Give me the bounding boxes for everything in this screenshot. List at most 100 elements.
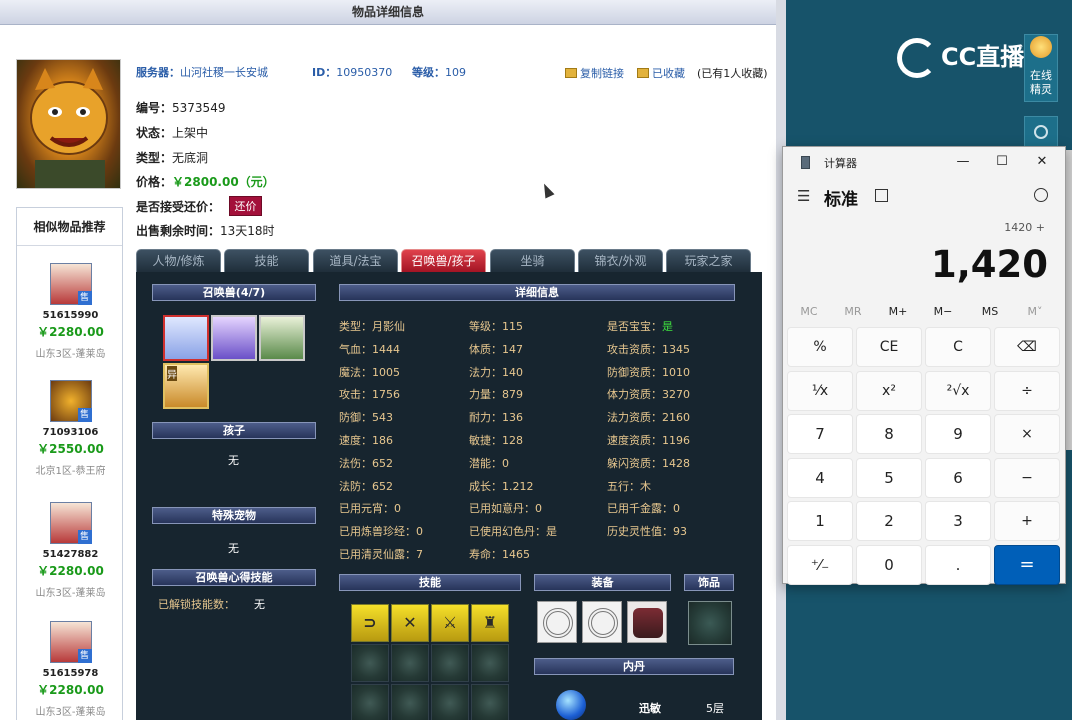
item-detail-page: 物品详细信息 服务器：山河社稷一长安城 ID：10950370 等级：109 复… [0, 0, 776, 720]
close-button[interactable]: ✕ [1032, 153, 1052, 171]
link-icon [565, 68, 577, 78]
recommend-item[interactable]: 售 71093106 ￥2550.00 北京1区-恭王府 [17, 380, 124, 477]
favorited-text[interactable]: 已收藏 [652, 67, 685, 80]
calc-key[interactable]: − [994, 457, 1060, 498]
calc-key[interactable]: C [925, 327, 991, 367]
history-icon[interactable] [1034, 188, 1048, 202]
calc-key[interactable]: ⌫ [994, 327, 1060, 367]
pet-slot-1[interactable] [163, 315, 209, 361]
tab-items[interactable]: 道具/法宝 [313, 249, 398, 272]
recommend-id[interactable]: 51427882 [17, 549, 124, 560]
calc-key[interactable]: 0 [856, 544, 922, 585]
memory-button[interactable]: M− [923, 305, 963, 318]
calc-key[interactable]: 6 [925, 457, 991, 498]
girl-avatar-icon[interactable]: 售 [49, 621, 92, 663]
clock-button[interactable] [1024, 116, 1058, 148]
calc-key[interactable]: 7 [787, 414, 853, 454]
calc-key[interactable]: ⁺⁄₋ [787, 544, 853, 585]
calc-key[interactable]: 9 [925, 414, 991, 454]
memory-button[interactable]: MR [833, 305, 873, 318]
memory-button[interactable]: MC [789, 305, 829, 318]
skill-slot[interactable]: ⚔ [431, 604, 469, 642]
sprite-label: 在线 精灵 [1030, 69, 1052, 96]
bargain-button[interactable]: 还价 [229, 196, 262, 216]
stat-cell: 躲闪资质：1428 [607, 456, 690, 470]
cc-logo-text: CC直播 [941, 43, 1025, 71]
memory-button[interactable]: MS [970, 305, 1010, 318]
copy-link-text[interactable]: 复制链接 [580, 67, 624, 80]
calc-key[interactable]: = [994, 544, 1060, 585]
calc-key[interactable]: ¹⁄x [787, 370, 853, 411]
calc-key[interactable]: x² [856, 370, 922, 411]
tab-pets[interactable]: 召唤兽/孩子 [401, 249, 486, 272]
pet-slot-2[interactable] [211, 315, 257, 361]
tiger-avatar-icon[interactable]: 售 [49, 380, 92, 422]
calc-key[interactable]: 5 [856, 457, 922, 498]
tab-mounts[interactable]: 坐骑 [490, 249, 575, 272]
maximize-button[interactable]: ☐ [992, 153, 1012, 171]
calc-key[interactable]: 1 [787, 501, 853, 541]
calc-key[interactable]: CE [856, 327, 922, 367]
calculator-app-icon [801, 156, 810, 169]
hamburger-menu-icon[interactable]: ☰ [797, 187, 810, 205]
recommend-id[interactable]: 51615990 [17, 310, 124, 321]
equip-chain[interactable] [582, 601, 622, 643]
sale-badge: 售 [77, 649, 92, 663]
calc-key[interactable]: % [787, 327, 853, 367]
ornament-header: 饰品 [684, 574, 734, 591]
children-value: 无 [228, 454, 239, 467]
price-row: 价格：￥2800.00（元） [136, 173, 275, 190]
keep-on-top-icon[interactable] [875, 189, 888, 202]
equip-armor[interactable] [627, 601, 667, 643]
equip-collar[interactable] [537, 601, 577, 643]
calc-key[interactable]: 3 [925, 501, 991, 541]
recommend-panel: 相似物品推荐 售 51615990 ￥2280.00 山东3区-蓬莱岛 售 71… [16, 207, 123, 720]
calculator-titlebar[interactable]: 计算器 — ☐ ✕ [783, 147, 1067, 179]
stat-cell: 等级：115 [469, 320, 523, 333]
empty-skill-slot [391, 644, 429, 682]
calc-key[interactable]: × [994, 414, 1060, 454]
skill-slot[interactable]: ✕ [391, 604, 429, 642]
bargain-label: 是否接受还价： [136, 200, 221, 214]
favorited-button[interactable]: 已收藏 [637, 65, 685, 81]
recommend-item[interactable]: 售 51615990 ￥2280.00 山东3区-蓬莱岛 [17, 263, 124, 360]
calculator-mode: 标准 [824, 190, 858, 210]
calc-key[interactable]: 2 [856, 501, 922, 541]
girl-avatar-icon[interactable]: 售 [49, 263, 92, 305]
skill-slot[interactable]: ♜ [471, 604, 509, 642]
calc-key[interactable]: ²√x [925, 370, 991, 411]
recommend-id[interactable]: 71093106 [17, 427, 124, 438]
calc-key[interactable]: ÷ [994, 370, 1060, 411]
calc-key[interactable]: . [925, 544, 991, 585]
status-value: 上架中 [172, 126, 209, 140]
memory-button[interactable]: M˅ [1015, 305, 1055, 318]
tab-skills[interactable]: 技能 [224, 249, 309, 272]
pet-slot-4[interactable]: 异 [163, 363, 209, 409]
skill-insight-header: 召唤兽心得技能 [152, 569, 316, 586]
copy-link-button[interactable]: 复制链接 [565, 65, 624, 81]
server-label: 服务器： [136, 66, 180, 79]
stat-cell: 寿命：1465 [469, 548, 530, 561]
minimize-button[interactable]: — [953, 153, 973, 171]
girl-avatar-icon[interactable]: 售 [49, 502, 92, 544]
tab-home[interactable]: 玩家之家 [666, 249, 751, 272]
pet-slot-3[interactable] [259, 315, 305, 361]
recommend-id[interactable]: 51615978 [17, 668, 124, 679]
calc-key[interactable]: 8 [856, 414, 922, 454]
code-row: 编号：5373549 [136, 99, 225, 116]
stat-cell: 是否宝宝：是 [607, 320, 673, 333]
memory-button[interactable]: M+ [878, 305, 918, 318]
tab-outfits[interactable]: 锦衣/外观 [578, 249, 663, 272]
tab-character[interactable]: 人物/修炼 [136, 249, 221, 272]
type-row: 类型：无底洞 [136, 149, 208, 166]
calc-key[interactable]: 4 [787, 457, 853, 498]
recommend-item[interactable]: 售 51615978 ￥2280.00 山东3区-蓬莱岛 [17, 621, 124, 718]
code-value: 5373549 [172, 101, 226, 115]
recommend-item[interactable]: 售 51427882 ￥2280.00 山东3区-蓬莱岛 [17, 502, 124, 599]
calc-key[interactable]: + [994, 501, 1060, 541]
children-header: 孩子 [152, 422, 316, 439]
inner-pill-icon[interactable] [556, 690, 586, 720]
time-label: 出售剩余时间： [136, 224, 221, 238]
skill-slot[interactable]: ⊃ [351, 604, 389, 642]
ornament-slot[interactable] [688, 601, 732, 645]
